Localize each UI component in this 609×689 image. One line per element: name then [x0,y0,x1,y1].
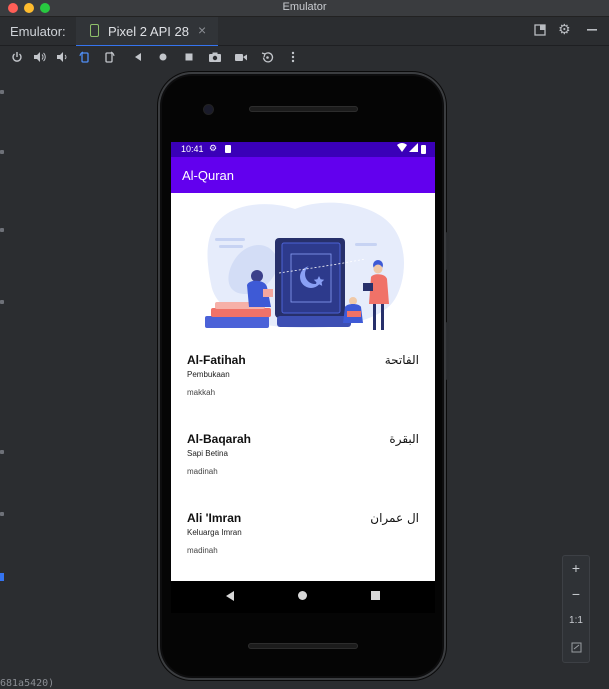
zoom-out-button[interactable]: − [563,586,589,602]
gutter-mark [0,150,4,154]
emulator-tabbar: Emulator: Pixel 2 API 28 × ⚙ [0,17,609,47]
wifi-icon [397,143,407,154]
zoom-in-button[interactable]: + [563,560,589,576]
nav-back-icon[interactable] [226,591,234,601]
window-titlebar: Emulator [0,0,609,17]
dock-icon[interactable] [534,24,546,39]
minimize-icon[interactable] [586,24,598,39]
back-icon[interactable] [130,51,146,65]
gutter-mark [0,300,4,304]
snapshot-icon[interactable] [259,51,275,67]
power-side-button[interactable] [446,232,449,270]
surah-revelation-place: madinah [187,467,218,476]
window-title: Emulator [282,1,327,13]
list-item[interactable]: Al-Baqarah البقرة Sapi Betina madinah [171,432,435,492]
surah-arabic-name: البقرة [389,432,419,446]
surah-revelation-place: makkah [187,388,216,397]
home-icon[interactable] [155,51,171,65]
phone-screen: 10:41 ⚙ Al-Quran Al-Fatihah الفاتحة Pemb… [171,142,435,581]
panel-label: Emulator: [10,24,66,39]
gutter-mark [0,512,4,516]
android-nav-bar [171,581,435,613]
nav-home-icon[interactable] [298,591,307,600]
surah-meaning: Sapi Betina [187,449,228,458]
volume-down-icon[interactable] [54,51,70,66]
gutter-mark [0,450,4,454]
gutter-mark [0,90,4,94]
tab-close-icon[interactable]: × [198,22,206,38]
rotate-right-icon[interactable] [101,51,117,67]
sim-status-icon [225,145,231,153]
volume-up-icon[interactable] [31,51,47,66]
device-icon [90,24,99,37]
signal-icon [409,143,418,154]
editor-gutter [0,72,6,688]
power-icon[interactable] [9,51,25,66]
surah-name: Ali 'Imran [187,511,242,525]
volume-side-button[interactable] [446,322,449,380]
overview-icon[interactable] [181,51,197,65]
list-item[interactable]: Ali 'Imran ال عمران Keluarga Imran madin… [171,511,435,571]
video-icon[interactable] [233,51,249,66]
surah-meaning: Pembukaan [187,370,230,379]
surah-arabic-name: ال عمران [370,511,419,525]
bottom-speaker [248,643,358,649]
gear-icon[interactable]: ⚙ [558,21,571,38]
nav-recents-icon[interactable] [371,591,380,600]
list-item[interactable]: Al-Fatihah الفاتحة Pembukaan makkah [171,353,435,413]
top-speaker [249,106,358,112]
status-time: 10:41 [181,144,204,154]
status-bar: 10:41 ⚙ [171,142,435,157]
caret-marker [0,573,4,581]
surah-revelation-place: madinah [187,546,218,555]
tab-label: Pixel 2 API 28 [108,24,189,39]
more-icon[interactable] [285,51,301,66]
emulator-toolbar [0,46,609,72]
surah-meaning: Keluarga Imran [187,528,242,537]
zoom-panel: + − 1:1 [562,555,590,663]
surah-name: Al-Baqarah [187,432,252,446]
gutter-mark [0,228,4,232]
settings-status-icon: ⚙ [209,143,218,153]
battery-icon [421,145,426,154]
app-bar: Al-Quran [171,157,435,193]
surah-arabic-name: الفاتحة [384,353,419,367]
app-title: Al-Quran [182,168,235,183]
fit-screen-icon[interactable] [563,640,589,656]
camera-icon[interactable] [207,51,223,66]
surah-name: Al-Fatihah [187,353,246,367]
actual-size-button[interactable]: 1:1 [563,615,589,626]
rotate-left-icon[interactable] [77,51,93,67]
front-camera [204,105,213,114]
quran-illustration [205,202,405,330]
console-tail: 681a5420) [0,678,55,689]
tab-pixel-2-api-28[interactable]: Pixel 2 API 28 × [76,17,218,47]
